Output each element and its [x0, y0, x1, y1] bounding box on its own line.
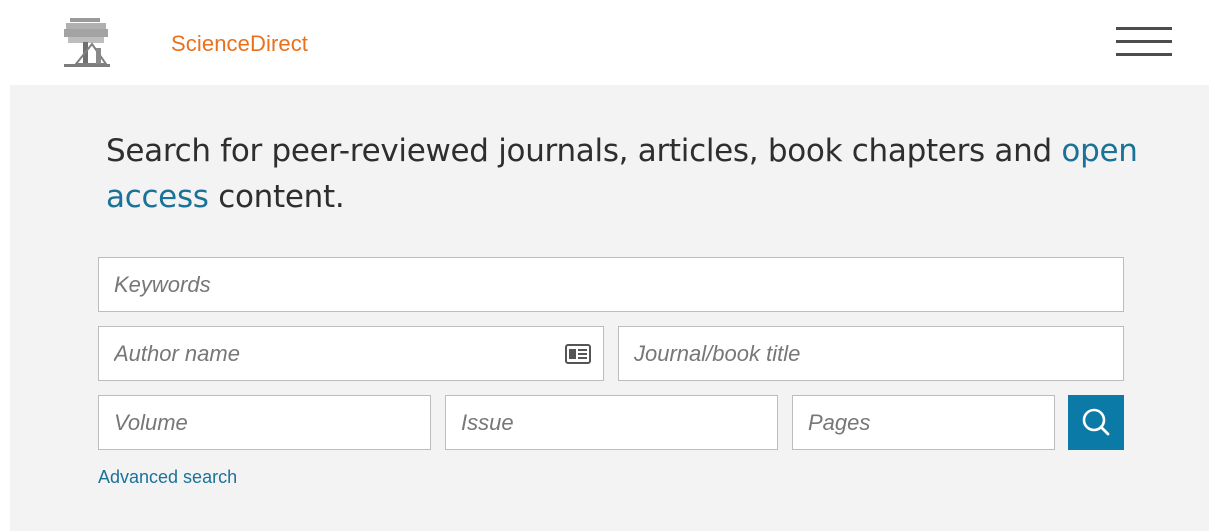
keywords-input[interactable] [99, 258, 1123, 311]
elsevier-logo-icon[interactable] [62, 14, 128, 72]
issue-input[interactable] [446, 396, 777, 449]
pages-field [792, 395, 1055, 450]
journal-field [618, 326, 1124, 381]
pages-input[interactable] [793, 396, 1054, 449]
intro-text: Search for peer-reviewed journals, artic… [106, 128, 1176, 220]
contact-card-icon[interactable] [565, 343, 591, 365]
brand-link[interactable]: ScienceDirect [171, 31, 308, 57]
intro-text-end: content. [208, 179, 345, 215]
hamburger-menu-icon[interactable] [1114, 24, 1174, 60]
volume-field [98, 395, 431, 450]
keywords-field [98, 257, 1124, 312]
volume-input[interactable] [99, 396, 430, 449]
author-input[interactable] [99, 327, 603, 380]
issue-field [445, 395, 778, 450]
site-header: ScienceDirect [0, 0, 1209, 85]
advanced-search-link[interactable]: Advanced search [98, 467, 237, 488]
intro-text-start: Search for peer-reviewed journals, artic… [106, 133, 1062, 169]
search-icon [1082, 408, 1110, 436]
journal-title-input[interactable] [619, 327, 1123, 380]
search-button[interactable] [1068, 395, 1124, 450]
author-field [98, 326, 604, 381]
